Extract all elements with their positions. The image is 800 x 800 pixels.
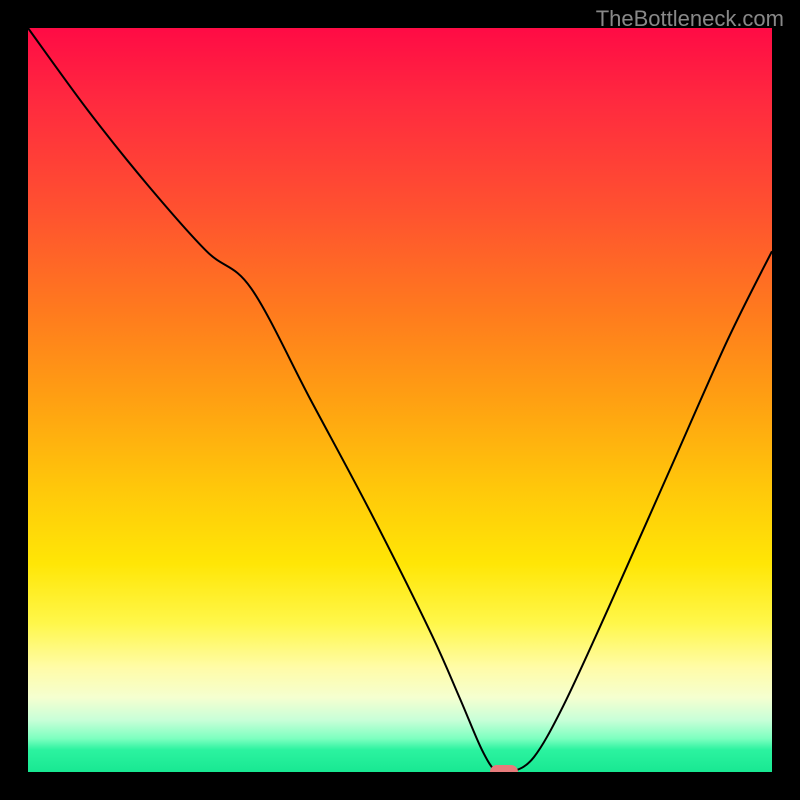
watermark-text: TheBottleneck.com [596,6,784,32]
chart-curve [28,28,772,772]
chart-plot-area [28,28,772,772]
chart-min-marker [490,765,518,772]
chart-line-layer [28,28,772,772]
